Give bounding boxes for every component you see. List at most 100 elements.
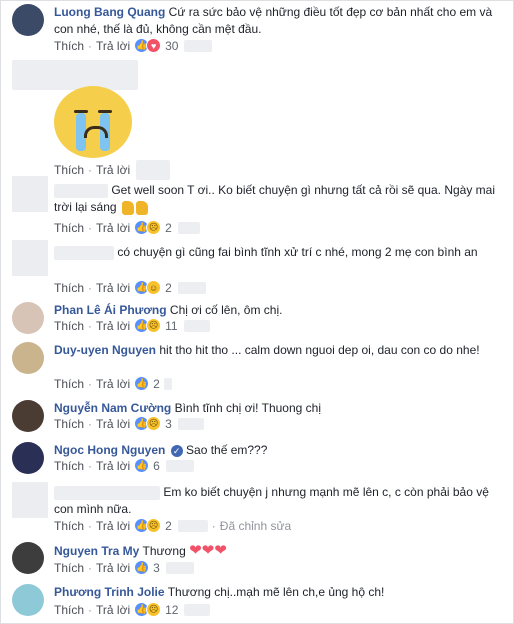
flexed-biceps-emoji-icon [121, 200, 134, 215]
avatar[interactable] [12, 584, 44, 616]
reply-link[interactable]: Trả lời [96, 519, 130, 533]
commenter-name-blurred [54, 245, 114, 260]
comment-text: Bình tĩnh chị ơi! Thuong chị [174, 401, 321, 415]
comment-actions: Thích · Trả lời 👍 ☹ 11 [54, 318, 210, 333]
heart-emoji-icon: ❤ [189, 542, 202, 559]
sad-reaction-icon: ☹ [146, 220, 162, 235]
like-link[interactable]: Thích [54, 417, 84, 431]
verified-badge-icon: ✓ [170, 444, 183, 457]
reaction-summary[interactable]: 👍 ☺ 2 [134, 280, 172, 295]
comment-actions: Thích · Trả lời 👍 3 [54, 560, 194, 575]
reply-link[interactable]: Trả lời [96, 319, 130, 333]
reply-link[interactable]: Trả lời [96, 561, 130, 575]
comment-actions: Thích · Trả lời 👍 ☹ 2 · Đã chỉnh sửa [54, 518, 291, 533]
avatar[interactable] [12, 4, 44, 36]
reaction-summary[interactable]: 👍 2 [134, 376, 160, 391]
reply-link[interactable]: Trả lời [96, 281, 130, 295]
reply-link[interactable]: Trả lời [96, 39, 130, 53]
reply-link[interactable]: Trả lời [96, 603, 130, 617]
separator: · [88, 560, 93, 575]
separator: · [88, 163, 93, 177]
like-link[interactable]: Thích [54, 561, 84, 575]
comment-text: Chị ơi cố lên, ôm chị. [169, 303, 283, 317]
comment-actions: Thích · Trả lời 👍 ☹ 3 [54, 416, 204, 431]
commenter-name[interactable]: Luong Bang Quang [54, 5, 165, 19]
timestamp-blurred [177, 417, 204, 430]
commenter-name[interactable]: Ngoc Hong Nguyen [54, 443, 165, 457]
reaction-summary[interactable]: 👍 ☹ 2 [134, 518, 172, 533]
avatar-name-blurred [12, 60, 138, 90]
reaction-count: 2 [165, 518, 172, 533]
reaction-summary[interactable]: 👍 ☹ 3 [134, 416, 172, 431]
timestamp-blurred [136, 160, 171, 180]
reaction-count: 11 [165, 318, 178, 333]
reaction-summary[interactable]: 👍 ☹ 2 [134, 220, 172, 235]
separator: · [88, 280, 93, 295]
separator: · [88, 518, 93, 533]
comment-text: hit tho hit tho ... calm down nguoi dep … [159, 343, 480, 357]
comment-text: Thương [142, 544, 186, 558]
like-link[interactable]: Thích [54, 459, 84, 473]
like-link[interactable]: Thích [54, 39, 84, 53]
separator: · [88, 602, 93, 617]
avatar[interactable] [12, 400, 44, 432]
commenter-name[interactable]: Phan Lê Ái Phương [54, 303, 167, 317]
reaction-count: 6 [153, 458, 160, 473]
sad-reaction-icon: ☹ [146, 602, 162, 617]
heart-emoji-icon: ❤ [201, 542, 215, 559]
like-link[interactable]: Thích [54, 221, 84, 235]
reply-link[interactable]: Trả lời [96, 163, 130, 177]
timestamp-blurred [184, 603, 211, 616]
love-reaction-icon: ♥ [146, 38, 162, 53]
separator: · [88, 220, 93, 235]
reply-link[interactable]: Trả lời [96, 221, 130, 235]
comment-actions: Thích · Trả lời 👍 ♥ 30 [54, 38, 213, 53]
avatar[interactable] [12, 240, 48, 276]
reaction-summary[interactable]: 👍 3 [134, 560, 160, 575]
separator: · [88, 458, 93, 473]
comment-actions: Thích · Trả lời 👍 6 [54, 458, 194, 473]
reply-link[interactable]: Trả lời [96, 377, 130, 391]
reaction-summary[interactable]: 👍 ☹ 11 [134, 318, 178, 333]
comment-text: Sao thế em??? [186, 443, 268, 457]
sad-reaction-icon: ☹ [146, 518, 162, 533]
comment-actions: Thích · Trả lời 👍 ☹ 12 [54, 602, 211, 617]
separator: · [211, 518, 216, 533]
avatar[interactable] [12, 482, 48, 518]
like-reaction-icon: 👍 [134, 560, 150, 575]
avatar[interactable] [12, 542, 44, 574]
commenter-name[interactable]: Duy-uyen Nguyen [54, 343, 156, 357]
timestamp-blurred [183, 319, 210, 332]
reaction-summary[interactable]: 👍 ☹ 12 [134, 602, 178, 617]
commenter-name[interactable]: Nguyễn Nam Cường [54, 401, 171, 415]
avatar[interactable] [12, 176, 48, 212]
avatar[interactable] [12, 342, 44, 374]
avatar[interactable] [12, 302, 44, 334]
like-link[interactable]: Thích [54, 519, 84, 533]
commenter-name[interactable]: Phương Trinh Jolie [54, 585, 165, 599]
comment-text: Get well soon T ơi.. Ko biết chuyện gì n… [54, 183, 496, 214]
reaction-count: 2 [165, 220, 172, 235]
timestamp-blurred [163, 377, 172, 390]
reply-link[interactable]: Trả lời [96, 417, 130, 431]
like-link[interactable]: Thích [54, 377, 84, 391]
flexed-biceps-emoji-icon [135, 200, 148, 215]
like-link[interactable]: Thích [54, 319, 84, 333]
commenter-name[interactable]: Nguyen Tra My [54, 544, 139, 558]
separator: · [88, 318, 93, 333]
like-link[interactable]: Thích [54, 281, 84, 295]
like-reaction-icon: 👍 [134, 458, 150, 473]
haha-reaction-icon: ☺ [146, 280, 162, 295]
edited-label[interactable]: Đã chỉnh sửa [220, 519, 291, 533]
avatar[interactable] [12, 442, 44, 474]
reply-link[interactable]: Trả lời [96, 459, 130, 473]
like-link[interactable]: Thích [54, 603, 84, 617]
reaction-summary[interactable]: 👍 6 [134, 458, 160, 473]
sad-reaction-icon: ☹ [146, 416, 162, 431]
reaction-summary[interactable]: 👍 ♥ 30 [134, 38, 178, 53]
sad-reaction-icon: ☹ [146, 318, 162, 333]
like-link[interactable]: Thích [54, 163, 84, 177]
reaction-count: 3 [165, 416, 172, 431]
comment-text: Thương chị..mạh mẽ lên ch,e ủng hộ ch! [167, 585, 385, 599]
timestamp-blurred [184, 39, 213, 52]
